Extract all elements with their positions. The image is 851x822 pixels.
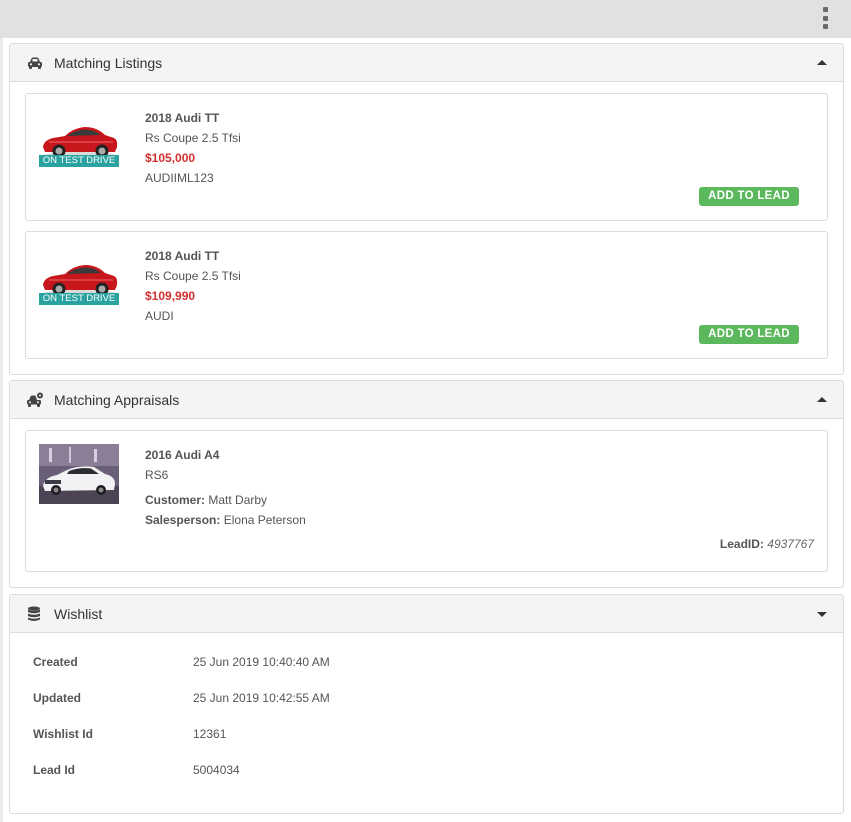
listing-info: 2018 Audi TT Rs Coupe 2.5 Tfsi $109,990 … bbox=[145, 246, 241, 326]
wishlist-label: Updated bbox=[33, 691, 81, 705]
listing-variant: Rs Coupe 2.5 Tfsi bbox=[145, 131, 241, 145]
lead-id-label: LeadID: bbox=[719, 537, 764, 551]
caret-up-icon[interactable] bbox=[817, 60, 827, 65]
wishlist-row-lead-id: Lead Id 5004034 bbox=[33, 762, 240, 778]
salesperson-name: Elona Peterson bbox=[223, 513, 306, 527]
kebab-menu-icon[interactable] bbox=[821, 7, 829, 29]
wishlist-title: Wishlist bbox=[54, 605, 103, 622]
wishlist-label: Created bbox=[33, 655, 78, 669]
listing-title[interactable]: 2018 Audi TT bbox=[145, 108, 241, 128]
appraisal-car-photo[interactable] bbox=[39, 444, 119, 504]
matching-appraisals-panel: Matching Appraisals 2016 Audi A4 RS6 Cus… bbox=[9, 380, 844, 588]
on-test-drive-badge: ON TEST DRIVE bbox=[39, 155, 119, 167]
customer-name: Matt Darby bbox=[208, 493, 268, 507]
database-icon bbox=[28, 606, 40, 621]
appraisal-variant: RS6 bbox=[145, 468, 169, 482]
caret-up-icon[interactable] bbox=[817, 397, 827, 402]
wishlist-row-updated: Updated 25 Jun 2019 10:42:55 AM bbox=[33, 690, 330, 706]
appraisal-title[interactable]: 2016 Audi A4 bbox=[145, 445, 306, 465]
wishlist-value: 12361 bbox=[193, 727, 227, 741]
add-to-lead-button[interactable]: ADD TO LEAD bbox=[699, 187, 799, 206]
car-icon bbox=[28, 57, 42, 69]
matching-appraisals-header[interactable]: Matching Appraisals bbox=[10, 381, 843, 419]
wishlist-value: 25 Jun 2019 10:42:55 AM bbox=[193, 691, 330, 705]
listing-info: 2018 Audi TT Rs Coupe 2.5 Tfsi $105,000 … bbox=[145, 108, 241, 188]
salesperson-label: Salesperson: bbox=[145, 513, 221, 527]
listing-title[interactable]: 2018 Audi TT bbox=[145, 246, 241, 266]
car-appraisal-icon bbox=[27, 392, 43, 407]
on-test-drive-badge: ON TEST DRIVE bbox=[39, 293, 119, 305]
add-to-lead-button[interactable]: ADD TO LEAD bbox=[699, 325, 799, 344]
listing-price: $105,000 bbox=[145, 151, 196, 165]
left-edge-divider bbox=[0, 38, 3, 822]
matching-listings-header[interactable]: Matching Listings bbox=[10, 44, 843, 82]
matching-listings-title: Matching Listings bbox=[54, 54, 163, 71]
wishlist-label: Wishlist Id bbox=[33, 727, 93, 741]
listing-variant: Rs Coupe 2.5 Tfsi bbox=[145, 269, 241, 283]
top-bar bbox=[0, 0, 851, 38]
listing-stock-number: AUDI bbox=[145, 309, 174, 323]
wishlist-label: Lead Id bbox=[33, 763, 76, 777]
appraisal-customer: Customer: Matt Darby bbox=[145, 490, 306, 510]
caret-down-icon[interactable] bbox=[817, 612, 827, 617]
wishlist-panel: Wishlist Created 25 Jun 2019 10:40:40 AM… bbox=[9, 594, 844, 814]
wishlist-row-created: Created 25 Jun 2019 10:40:40 AM bbox=[33, 654, 330, 670]
appraisal-lead-id: LeadID: 4937767 bbox=[720, 537, 814, 551]
wishlist-row-wishlist-id: Wishlist Id 12361 bbox=[33, 726, 226, 742]
listing-card: ON TEST DRIVE 2018 Audi TT Rs Coupe 2.5 … bbox=[25, 231, 828, 359]
lead-id-value[interactable]: 4937767 bbox=[767, 537, 814, 551]
matching-appraisals-title: Matching Appraisals bbox=[54, 391, 180, 408]
wishlist-value: 25 Jun 2019 10:40:40 AM bbox=[193, 655, 330, 669]
customer-label: Customer: bbox=[145, 493, 206, 507]
appraisal-info: 2016 Audi A4 RS6 Customer: Matt Darby Sa… bbox=[145, 445, 306, 530]
listing-price: $109,990 bbox=[145, 289, 196, 303]
listing-card: ON TEST DRIVE 2018 Audi TT Rs Coupe 2.5 … bbox=[25, 93, 828, 221]
listing-stock-number: AUDIIML123 bbox=[145, 171, 214, 185]
appraisal-card: 2016 Audi A4 RS6 Customer: Matt Darby Sa… bbox=[25, 430, 828, 572]
wishlist-header[interactable]: Wishlist bbox=[10, 595, 843, 633]
appraisal-salesperson: Salesperson: Elona Peterson bbox=[145, 510, 306, 530]
wishlist-value: 5004034 bbox=[193, 763, 240, 777]
matching-listings-panel: Matching Listings ON TEST DRIVE 2018 Aud… bbox=[9, 43, 844, 375]
